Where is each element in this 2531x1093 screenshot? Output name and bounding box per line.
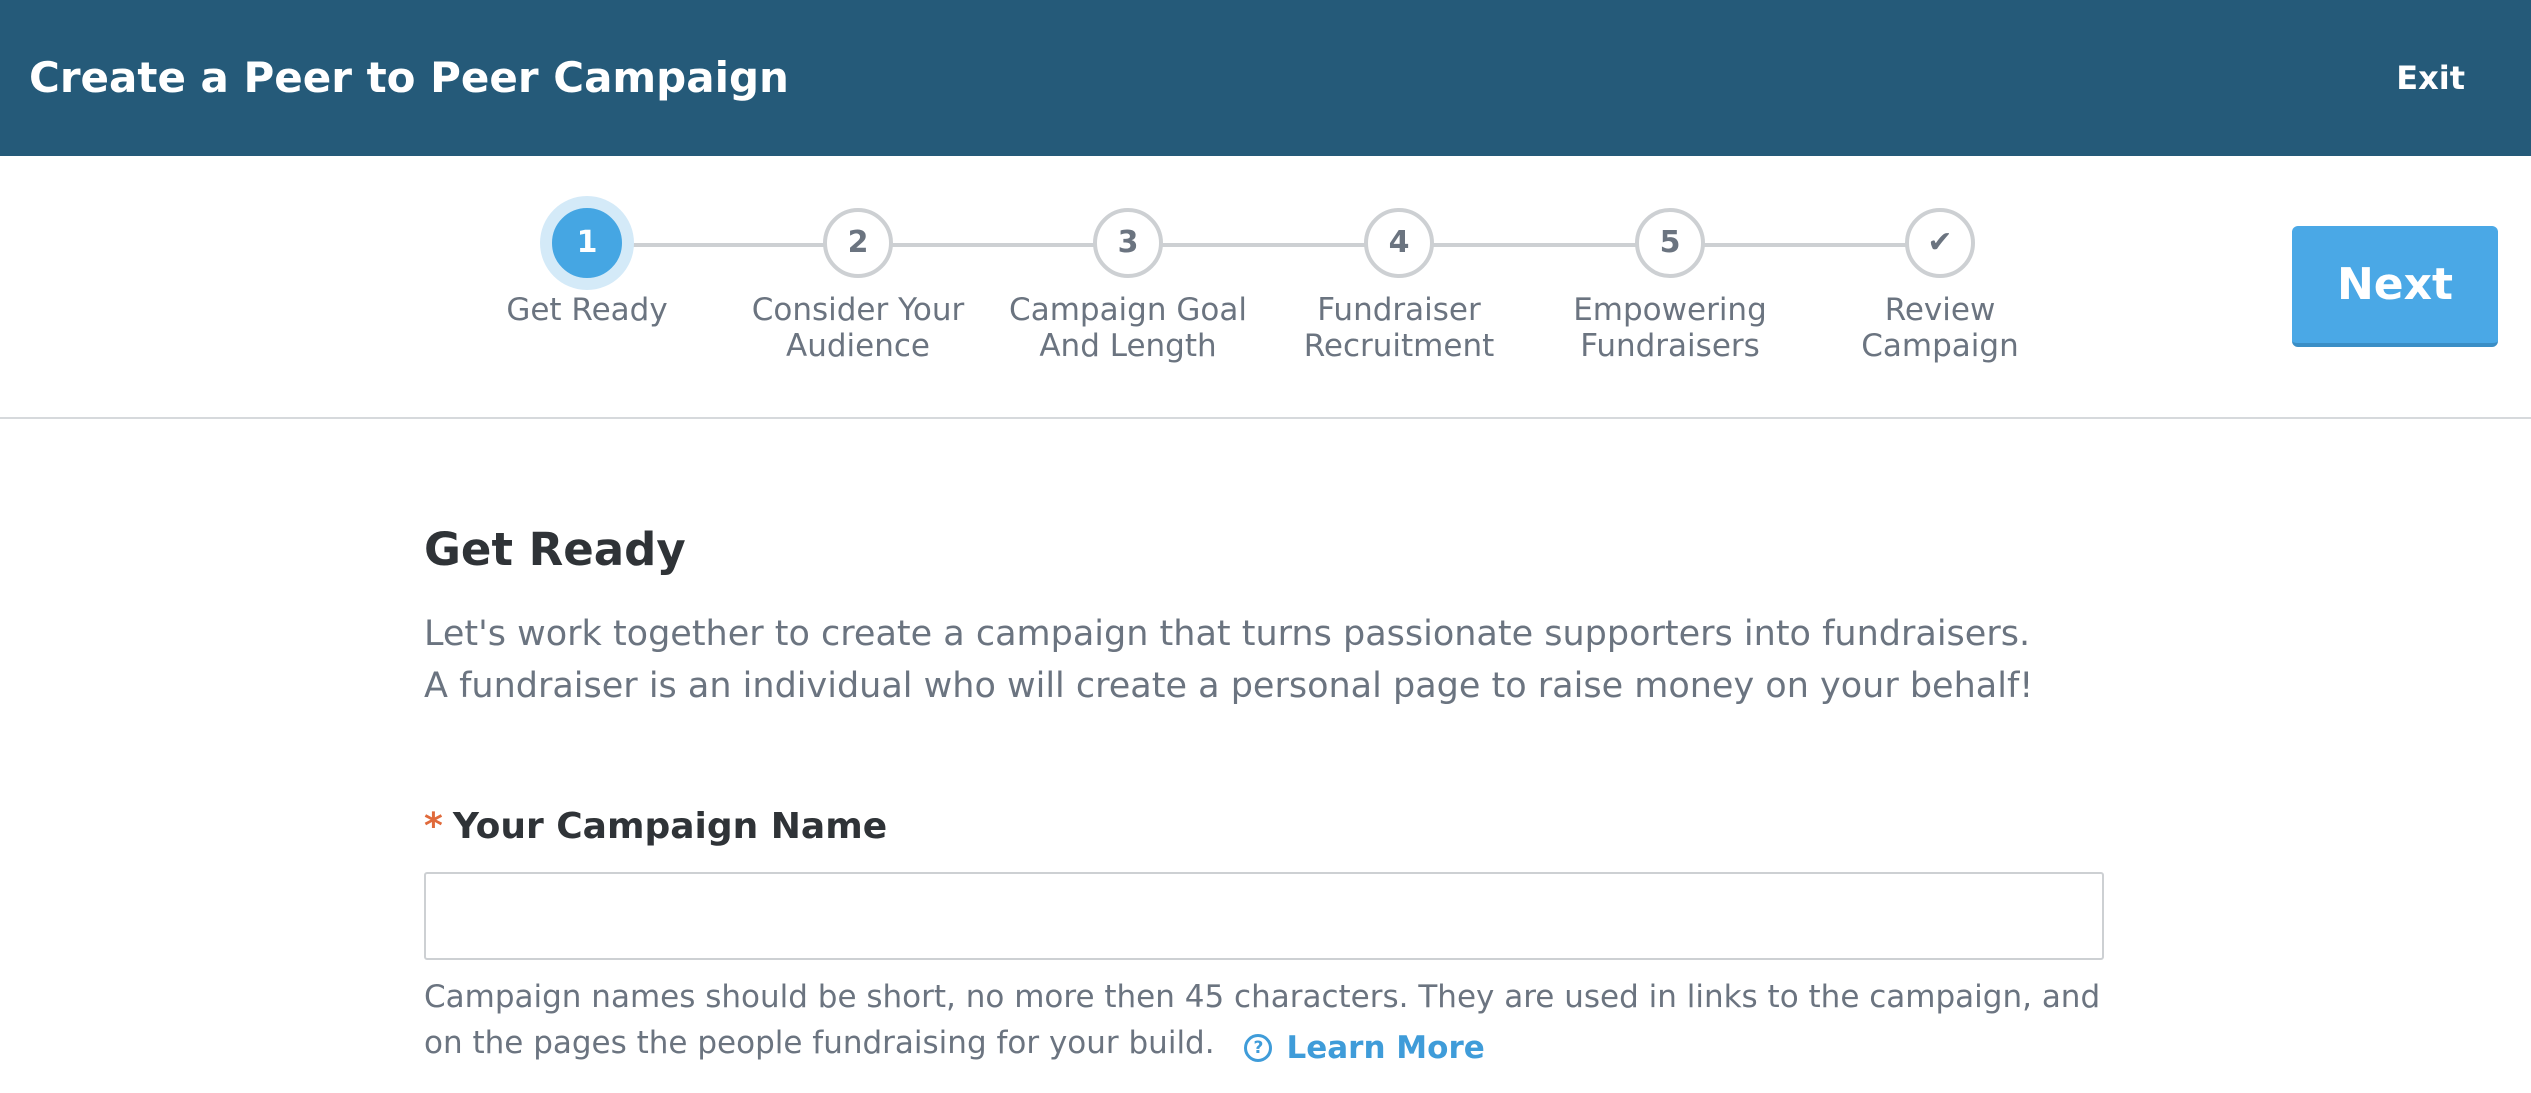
step-number-badge: 3 — [1093, 208, 1163, 278]
step-check-badge: ✔ — [1905, 208, 1975, 278]
step-label: Review Campaign — [1861, 292, 2019, 364]
campaign-name-label-text: Your Campaign Name — [452, 806, 888, 847]
learn-more-label: Learn More — [1286, 1030, 1485, 1066]
check-icon: ✔ — [1927, 225, 1953, 260]
section-title: Get Ready — [424, 523, 686, 576]
step-label: Campaign Goal And Length — [1009, 292, 1247, 364]
required-marker: * — [424, 806, 443, 847]
campaign-name-helper: Campaign names should be short, no more … — [424, 974, 2104, 1071]
exit-button[interactable]: Exit — [2396, 54, 2465, 102]
step-review-campaign[interactable]: ✔ Review Campaign — [1810, 208, 2070, 364]
step-number-badge: 5 — [1635, 208, 1705, 278]
step-number-badge: 2 — [823, 208, 893, 278]
next-button[interactable]: Next — [2292, 226, 2498, 347]
campaign-name-label: * Your Campaign Name — [424, 802, 887, 852]
app-header: Create a Peer to Peer Campaign Exit — [0, 0, 2531, 156]
step-number-badge: 4 — [1364, 208, 1434, 278]
progress-stepper: 1 Get Ready 2 Consider Your Audience 3 C… — [0, 156, 2531, 419]
learn-more-link[interactable]: ? Learn More — [1244, 1025, 1485, 1071]
step-number-badge: 1 — [552, 208, 622, 278]
step-empowering-fundraisers[interactable]: 5 Empowering Fundraisers — [1540, 208, 1800, 364]
step-label: Consider Your Audience — [751, 292, 965, 364]
step-label: Fundraiser Recruitment — [1303, 292, 1495, 364]
page-header-title: Create a Peer to Peer Campaign — [29, 53, 789, 102]
step-label: Get Ready — [506, 292, 668, 328]
campaign-name-input[interactable] — [424, 872, 2104, 960]
help-circle-icon: ? — [1244, 1034, 1273, 1062]
step-label: Empowering Fundraisers — [1573, 292, 1767, 364]
intro-text: Let's work together to create a campaign… — [424, 614, 2034, 706]
step-consider-your-audience[interactable]: 2 Consider Your Audience — [728, 208, 988, 364]
step-fundraiser-recruitment[interactable]: 4 Fundraiser Recruitment — [1269, 208, 1529, 364]
step-get-ready[interactable]: 1 Get Ready — [457, 208, 717, 328]
step-campaign-goal-and-length[interactable]: 3 Campaign Goal And Length — [998, 208, 1258, 364]
